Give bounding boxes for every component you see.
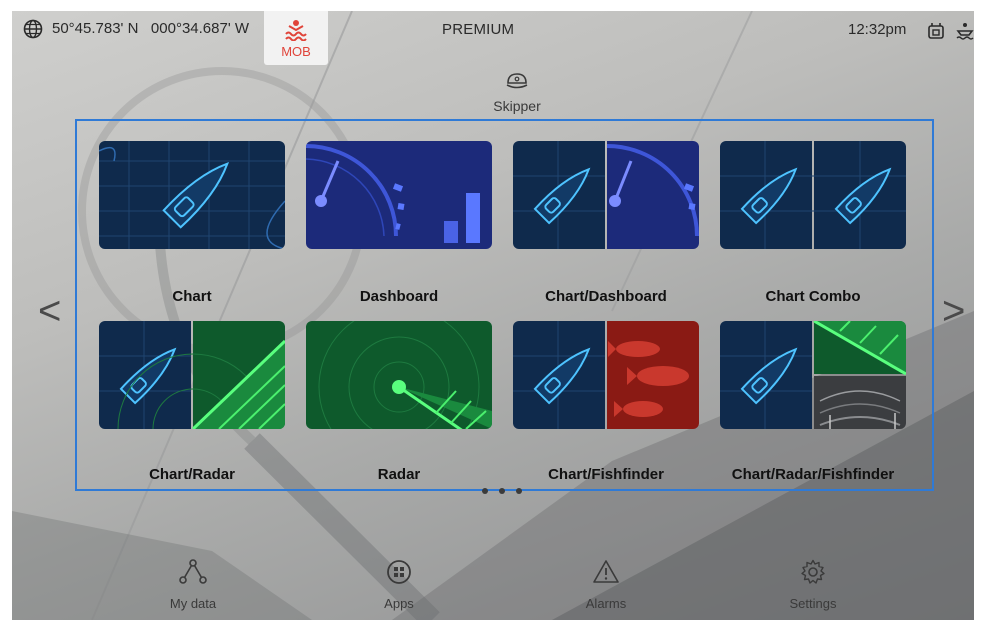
status-bar: 50°45.783' N 000°34.687' W MOB PREMIUM 1… [12, 11, 974, 65]
clock: 12:32pm [848, 21, 907, 38]
warning-icon [593, 560, 619, 583]
nav-alarms[interactable]: Alarms [546, 559, 666, 611]
mob-label: MOB [281, 44, 311, 59]
chart-app-icon [99, 141, 285, 249]
app-label-dashboard: Dashboard [359, 288, 439, 305]
globe-icon [23, 19, 43, 39]
gps-position: 50°45.783' N 000°34.687' W [52, 20, 250, 37]
chart-dashboard-app-icon [513, 141, 699, 249]
home-screen: 50°45.783' N 000°34.687' W MOB PREMIUM 1… [12, 11, 974, 620]
nav-settings[interactable]: Settings [753, 559, 873, 611]
app-tile-chart-combo[interactable] [720, 141, 906, 249]
boat-icon[interactable] [956, 22, 974, 40]
app-grid: Chart Dashboard Chart/Dashboard Chart Co… [75, 119, 934, 491]
man-overboard-icon [285, 20, 307, 41]
chart-fishfinder-app-icon [513, 321, 699, 429]
app-tile-radar[interactable] [306, 321, 492, 429]
chart-combo-app-icon [720, 141, 906, 249]
profile-button[interactable]: Skipper [467, 71, 567, 114]
autopilot-icon[interactable] [927, 22, 945, 40]
app-tile-chart-radar-fishfinder[interactable] [720, 321, 906, 429]
display-title: PREMIUM [442, 21, 515, 38]
nav-apps[interactable]: Apps [339, 559, 459, 611]
apps-icon [387, 560, 411, 584]
dashboard-app-icon [306, 141, 492, 249]
nav-my-data[interactable]: My data [133, 559, 253, 611]
app-tile-chart[interactable] [99, 141, 285, 249]
gear-icon [801, 559, 825, 584]
app-label-chart-dashboard: Chart/Dashboard [545, 288, 667, 305]
app-label-chart: Chart [172, 288, 212, 305]
profile-name: Skipper [493, 98, 541, 114]
page-dot[interactable] [516, 488, 522, 494]
app-label-chart-radar: Chart/Radar [149, 466, 235, 483]
app-label-chart-combo: Chart Combo [765, 288, 861, 305]
chart-radar-fishfinder-app-icon [720, 321, 906, 429]
chart-radar-app-icon [99, 321, 285, 429]
next-page-arrow[interactable]: > [942, 289, 965, 334]
radar-app-icon [306, 321, 492, 429]
nav-label-alarms: Alarms [585, 596, 627, 611]
previous-page-arrow[interactable]: < [38, 289, 61, 334]
nav-label-apps: Apps [384, 596, 414, 611]
app-tile-dashboard[interactable] [306, 141, 492, 249]
nav-label-settings: Settings [789, 596, 837, 611]
app-tile-chart-dashboard[interactable] [513, 141, 699, 249]
page-dot[interactable] [499, 488, 505, 494]
nav-label-my-data: My data [169, 596, 217, 611]
captain-hat-icon [506, 73, 528, 89]
app-tile-chart-fishfinder[interactable] [513, 321, 699, 429]
page-dot[interactable] [482, 488, 488, 494]
app-label-chart-fishfinder: Chart/Fishfinder [548, 466, 664, 483]
mob-button[interactable]: MOB [264, 11, 328, 65]
network-icon [179, 559, 207, 584]
app-label-chart-radar-fishfinder: Chart/Radar/Fishfinder [731, 466, 895, 483]
app-tile-chart-radar[interactable] [99, 321, 285, 429]
app-label-radar: Radar [377, 466, 421, 483]
